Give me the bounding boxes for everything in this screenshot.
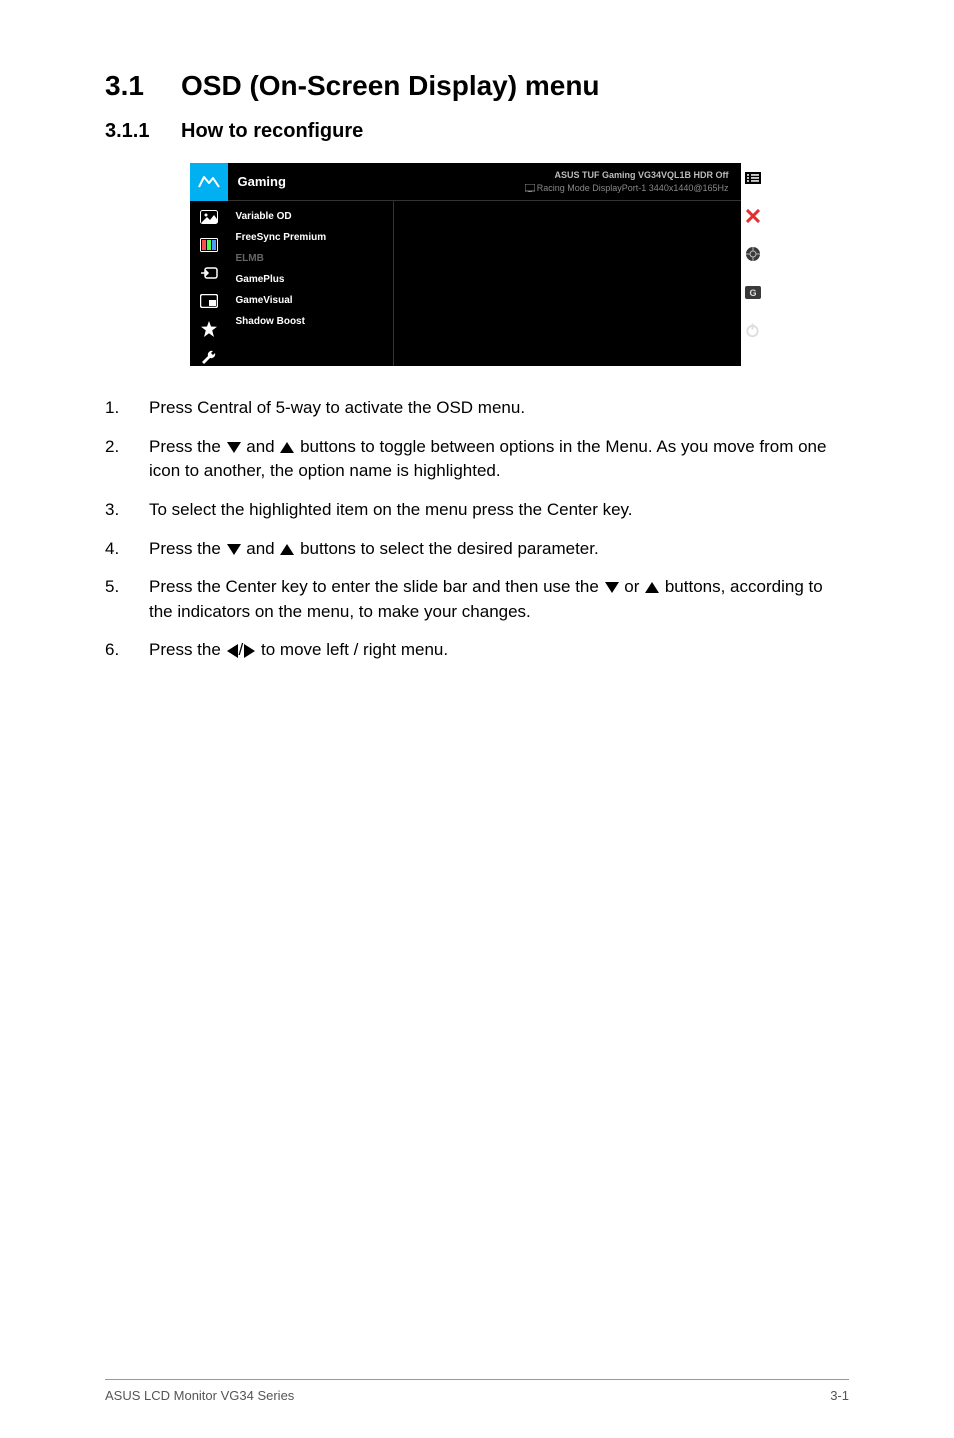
input-icon[interactable] [200,265,218,281]
section-heading-row: 3.1 OSD (On-Screen Display) menu [105,70,849,102]
triangle-right-icon [244,644,255,658]
wrench-icon[interactable] [200,349,218,365]
text-fragment: to move left / right menu. [256,640,448,659]
footer-right: 3-1 [830,1388,849,1403]
osd-header-info: ASUS TUF Gaming VG34VQL1B HDR Off Racing… [378,169,741,194]
step-number: 6. [105,638,149,663]
osd-right-strip: G [741,163,765,339]
text-fragment: / [239,640,244,659]
subsection-title: How to reconfigure [181,120,363,143]
subsection-number: 3.1.1 [105,120,181,143]
gamevisual-icon[interactable]: G [744,283,762,301]
step-number: 5. [105,575,149,624]
menu-gamevisual[interactable]: GameVisual [236,295,393,306]
osd-header-line1: ASUS TUF Gaming VG34VQL1B HDR Off [378,169,729,182]
text-fragment: buttons to select the desired parameter. [295,539,598,558]
step-number: 4. [105,537,149,562]
step-text: Press Central of 5-way to activate the O… [149,396,849,421]
star-icon[interactable] [200,321,218,337]
section-title: OSD (On-Screen Display) menu [181,70,600,102]
step-number: 3. [105,498,149,523]
crosshair-icon[interactable] [744,245,762,263]
osd-header-line2-text: Racing Mode DisplayPort-1 3440x1440@165H… [537,183,729,193]
menu-freesync-premium[interactable]: FreeSync Premium [236,232,393,243]
triangle-up-icon [280,442,294,453]
menu-variable-od[interactable]: Variable OD [236,211,393,222]
step-text: To select the highlighted item on the me… [149,498,849,523]
triangle-down-icon [605,582,619,593]
osd-content-pane [393,201,741,366]
step-number: 1. [105,396,149,421]
menu-shadow-boost[interactable]: Shadow Boost [236,316,393,327]
subsection-heading-row: 3.1.1 How to reconfigure [105,120,849,143]
menu-elmb[interactable]: ELMB [236,253,393,264]
pip-icon[interactable] [200,293,218,309]
triangle-down-icon [227,442,241,453]
section-number: 3.1 [105,70,181,102]
close-icon[interactable] [744,207,762,225]
step-text: Press the / to move left / right menu. [149,638,849,663]
step-text: Press the and buttons to select the desi… [149,537,849,562]
color-icon[interactable] [200,237,218,253]
osd-menu: Variable OD FreeSync Premium ELMB GamePl… [228,201,393,366]
step-text: Press the and buttons to toggle between … [149,435,849,484]
step-text: Press the Center key to enter the slide … [149,575,849,624]
text-fragment: Press the [149,437,226,456]
text-fragment: Press the [149,539,226,558]
text-fragment: or [620,577,645,596]
triangle-up-icon [280,544,294,555]
text-fragment: and [242,539,280,558]
osd-header-line2: Racing Mode DisplayPort-1 3440x1440@165H… [378,182,729,195]
osd-header: Gaming ASUS TUF Gaming VG34VQL1B HDR Off… [190,163,741,201]
step-number: 2. [105,435,149,484]
text-fragment: and [242,437,280,456]
power-icon[interactable] [744,321,762,339]
svg-text:G: G [749,288,756,298]
triangle-left-icon [227,644,238,658]
menu-gameplus[interactable]: GamePlus [236,274,393,285]
triangle-down-icon [227,544,241,555]
page-footer: ASUS LCD Monitor VG34 Series 3-1 [105,1379,849,1403]
osd-nav [190,201,228,366]
gaming-tab-icon[interactable] [190,163,228,201]
instruction-list: 1. Press Central of 5-way to activate th… [105,396,849,663]
triangle-up-icon [645,582,659,593]
osd-screenshot: Gaming ASUS TUF Gaming VG34VQL1B HDR Off… [105,163,849,366]
footer-left: ASUS LCD Monitor VG34 Series [105,1388,294,1403]
menu-list-icon[interactable] [744,169,762,187]
text-fragment: Press the Center key to enter the slide … [149,577,604,596]
image-icon[interactable] [200,209,218,225]
text-fragment: Press the [149,640,226,659]
osd-title: Gaming [228,174,378,189]
